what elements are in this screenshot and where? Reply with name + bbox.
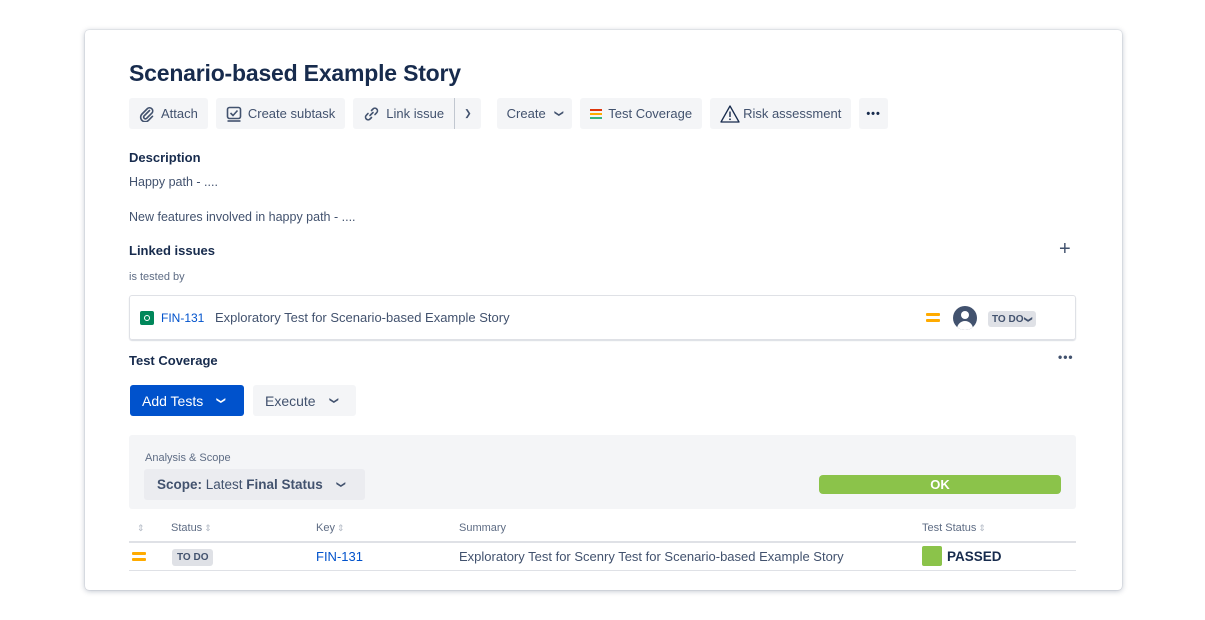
test-issue-type-icon: [140, 311, 154, 325]
analysis-scope-label: Analysis & Scope: [145, 452, 231, 464]
test-key-link[interactable]: FIN-131: [316, 549, 363, 564]
scope-prefix: Scope:: [157, 477, 203, 492]
chevron-down-icon: ❯: [553, 109, 564, 118]
execute-button[interactable]: Execute ❯: [253, 385, 356, 416]
attach-label: Attach: [161, 106, 198, 121]
priority-medium-icon: [132, 552, 146, 562]
risk-assessment-button[interactable]: Risk assessment: [710, 98, 852, 129]
create-label: Create: [506, 106, 546, 121]
column-header-test-status[interactable]: Test Status ⇕: [922, 522, 986, 534]
avatar: [953, 306, 977, 330]
chevron-down-icon: ❯: [328, 396, 339, 405]
analysis-scope-panel: Analysis & Scope Scope: Latest Final Sta…: [129, 435, 1076, 509]
test-coverage-button[interactable]: Test Coverage: [580, 98, 703, 129]
create-button[interactable]: Create ❯: [496, 98, 573, 129]
test-coverage-icon: [590, 108, 603, 120]
issue-card: Scenario-based Example Story Attach Crea…: [85, 30, 1122, 590]
chevron-down-icon: ❯: [1024, 315, 1034, 323]
link-icon: [363, 106, 380, 122]
linked-issue-row[interactable]: FIN-131 Exploratory Test for Scenario-ba…: [129, 295, 1076, 340]
linked-issue-key[interactable]: FIN-131: [161, 311, 204, 325]
linked-issue-summary[interactable]: Exploratory Test for Scenario-based Exam…: [215, 310, 510, 325]
column-header-key[interactable]: Key ⇕: [316, 522, 345, 534]
test-coverage-label: Test Coverage: [608, 106, 693, 121]
sort-icon[interactable]: ⇕: [135, 522, 145, 534]
sort-icon: ⇕: [336, 523, 345, 533]
description-line-1: Happy path - ....: [129, 175, 218, 189]
test-coverage-heading: Test Coverage: [129, 353, 218, 368]
passed-status-swatch: [922, 546, 942, 566]
priority-medium-icon: [926, 313, 940, 323]
sort-icon: ⇕: [978, 523, 986, 533]
chevron-down-icon: ❯: [336, 480, 347, 489]
execute-label: Execute: [265, 392, 316, 409]
linked-issue-status[interactable]: TO DO ❯: [988, 311, 1037, 327]
test-coverage-more-button[interactable]: •••: [1058, 350, 1074, 364]
table-row-divider: [129, 570, 1076, 571]
create-subtask-label: Create subtask: [247, 106, 336, 121]
description-line-2: New features involved in happy path - ..…: [129, 210, 356, 224]
risk-assessment-label: Risk assessment: [743, 106, 842, 121]
attach-button[interactable]: Attach: [129, 98, 208, 129]
table-header-divider: [129, 541, 1076, 543]
description-heading: Description: [129, 150, 201, 165]
column-header-status[interactable]: Status ⇕: [171, 522, 212, 534]
linked-issues-heading: Linked issues: [129, 243, 215, 258]
status-badge: TO DO: [172, 549, 214, 566]
create-subtask-button[interactable]: Create subtask: [215, 98, 346, 129]
link-issue-button[interactable]: Link issue: [353, 98, 455, 129]
test-status-value: PASSED: [947, 549, 1002, 564]
add-tests-label: Add Tests: [142, 392, 204, 409]
add-tests-button[interactable]: Add Tests ❯: [130, 385, 244, 416]
warning-icon: [720, 104, 740, 123]
link-issue-dropdown-button[interactable]: ❯: [454, 98, 481, 129]
link-relation-label: is tested by: [129, 271, 185, 283]
test-summary: Exploratory Test for Scenry Test for Sce…: [459, 549, 844, 564]
paperclip-icon: [139, 106, 155, 122]
subtask-icon: [226, 106, 242, 122]
sort-icon: ⇕: [204, 523, 212, 533]
scope-mid: Latest: [202, 477, 247, 492]
issue-title: Scenario-based Example Story: [129, 60, 461, 86]
chevron-down-icon: ❯: [464, 108, 472, 118]
status-label: TO DO: [992, 313, 1024, 325]
scope-value: Final Status: [246, 477, 323, 492]
scope-dropdown[interactable]: Scope: Latest Final Status ❯: [144, 469, 365, 500]
issue-toolbar: Attach Create subtask Link issue ❯ Creat…: [129, 98, 896, 129]
more-actions-button[interactable]: •••: [859, 98, 888, 129]
coverage-status-bar: OK: [819, 475, 1061, 494]
link-issue-label: Link issue: [386, 106, 445, 121]
more-label: •••: [866, 107, 881, 120]
chevron-down-icon: ❯: [216, 396, 227, 405]
add-link-icon[interactable]: +: [1059, 239, 1071, 259]
column-header-summary[interactable]: Summary: [459, 522, 506, 534]
